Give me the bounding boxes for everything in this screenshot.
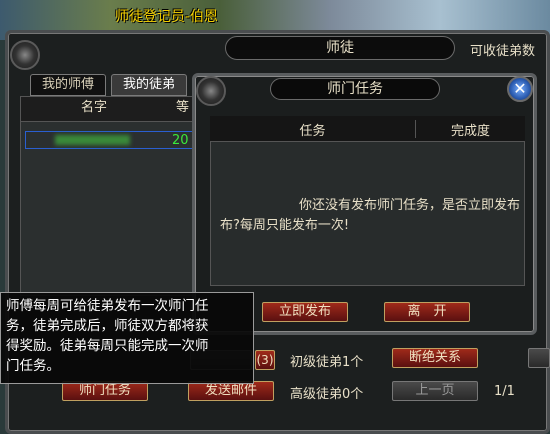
dialog-title: 师门任务 <box>270 78 440 100</box>
senior-count: 高级徒弟0个 <box>290 387 364 402</box>
student-list: 名字 等 <box>20 96 196 296</box>
tooltip: 师傅每周可给徒弟发布一次师门任 务，徒弟完成后，师徒双方都将获 得奖励。徒弟每周… <box>0 292 254 384</box>
prompt-line-2: 布?每周只能发布一次! <box>220 218 350 233</box>
dialog-ornament-icon <box>196 76 226 106</box>
column-progress: 完成度 <box>415 120 525 139</box>
blurred-name <box>55 135 130 145</box>
close-icon[interactable]: ✕ <box>507 76 533 102</box>
send-mail-button[interactable]: 发送邮件 <box>188 381 274 401</box>
prompt-message: 你还没有发布师门任务，是否立即发布 布?每周只能发布一次! <box>220 196 520 236</box>
badge-count: (3) <box>255 350 275 370</box>
partial-button[interactable] <box>528 348 550 368</box>
tab-my-students[interactable]: 我的徒弟 <box>111 74 187 96</box>
publish-button[interactable]: 立即发布 <box>262 302 348 322</box>
prev-page-button[interactable]: 上一页 <box>392 381 478 401</box>
junior-count: 初级徒弟1个 <box>290 355 364 370</box>
prompt-line-1: 你还没有发布师门任务，是否立即发布 <box>298 198 520 213</box>
tab-my-master[interactable]: 我的师傅 <box>30 74 106 96</box>
tooltip-line: 得奖励。徒弟每周只能完成一次师 <box>6 338 209 354</box>
npc-title: 师徒登记员-伯恩 <box>115 9 219 25</box>
tooltip-line: 师傅每周可给徒弟发布一次师门任 <box>6 298 209 314</box>
tooltip-line: 务，徒弟完成后，师徒双方都将获 <box>6 318 209 334</box>
header-name: 名字 <box>81 100 108 115</box>
sect-task-button[interactable]: 师门任务 <box>62 381 148 401</box>
window-title: 师徒 <box>225 36 455 60</box>
student-capacity-label: 可收徒弟数 <box>470 44 536 59</box>
leave-button[interactable]: 离 开 <box>384 302 470 322</box>
list-header: 名字 等 <box>21 97 195 122</box>
header-level: 等 <box>176 100 190 115</box>
page-indicator: 1/1 <box>494 384 515 399</box>
column-task: 任务 <box>299 124 326 139</box>
break-relation-button[interactable]: 断绝关系 <box>392 348 478 368</box>
corner-ornament-icon <box>10 40 40 70</box>
tooltip-line: 门任务。 <box>6 358 60 374</box>
row-level: 20 <box>172 133 189 148</box>
